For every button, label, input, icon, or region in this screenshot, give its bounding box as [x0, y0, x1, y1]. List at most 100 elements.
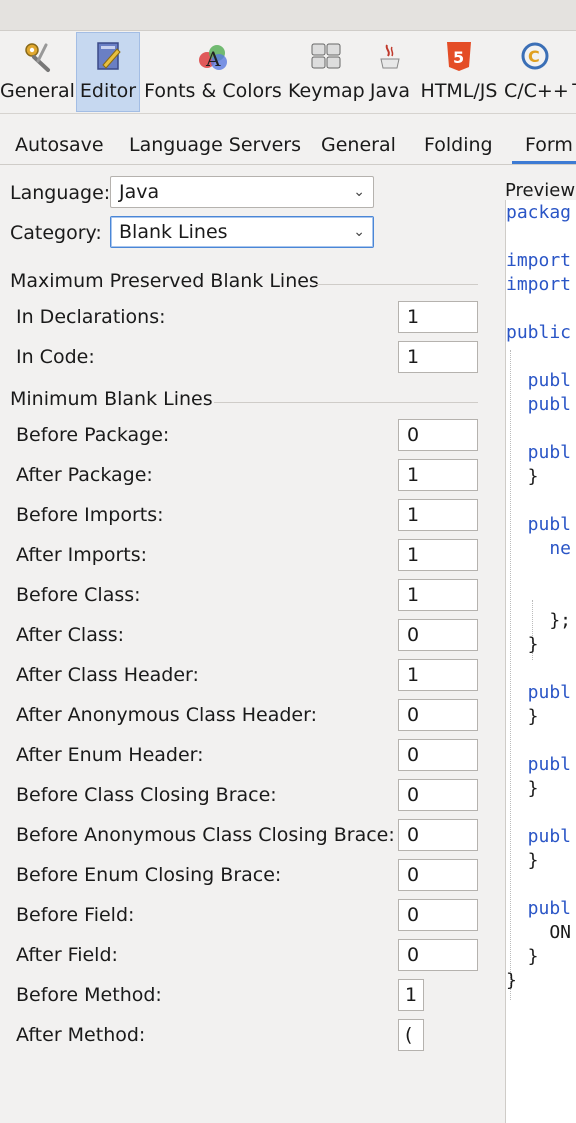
- code-line: }: [506, 850, 539, 871]
- code-line: ON: [506, 922, 572, 943]
- code-line: }: [506, 634, 539, 655]
- toolbar-label: Fonts & Colors: [144, 80, 282, 102]
- fonts-colors-icon: A: [199, 45, 227, 71]
- setting-label: Before Class:: [16, 584, 141, 606]
- tab-language-servers[interactable]: Language Servers: [129, 134, 301, 156]
- code-line: }: [506, 466, 539, 487]
- blank-lines-input[interactable]: 0: [398, 739, 478, 771]
- tab-formatting[interactable]: Form: [525, 134, 573, 156]
- code-line: publ: [506, 370, 572, 391]
- active-tab-indicator: [512, 161, 576, 164]
- cpp-icon: C: [521, 42, 549, 70]
- blank-lines-input[interactable]: 0: [398, 899, 478, 931]
- blank-lines-input[interactable]: (: [398, 1019, 424, 1051]
- blank-lines-input[interactable]: 1: [398, 539, 478, 571]
- code-line: ne: [506, 538, 572, 559]
- options-category-toolbar: General Editor A Fonts & Colors Keymap J…: [0, 31, 576, 114]
- code-line: }: [506, 778, 539, 799]
- code-line: };: [506, 610, 572, 631]
- html5-icon: 5: [447, 42, 471, 71]
- toolbar-item-cpp[interactable]: C C/C++: [504, 33, 569, 111]
- setting-label: Before Imports:: [16, 504, 164, 526]
- toolbar-item-html-js[interactable]: 5 HTML/JS: [416, 33, 502, 111]
- toolbar-item-more[interactable]: T: [568, 33, 576, 111]
- toolbar-item-fonts-colors[interactable]: A Fonts & Colors: [142, 33, 284, 111]
- section-min-blank-title: Minimum Blank Lines: [10, 388, 213, 410]
- code-line: publ: [506, 442, 572, 463]
- toolbar-label: HTML/JS: [420, 80, 498, 102]
- category-value: Blank Lines: [119, 221, 228, 243]
- code-line: }: [506, 970, 517, 991]
- section-max-preserved-title: Maximum Preserved Blank Lines: [10, 270, 319, 292]
- blank-lines-input[interactable]: 0: [398, 699, 478, 731]
- blank-lines-input[interactable]: 1: [398, 459, 478, 491]
- toolbar-label: Editor: [79, 80, 137, 102]
- toolbar-item-java[interactable]: Java: [366, 33, 414, 111]
- keymap-icon: [311, 43, 341, 69]
- code-line: publ: [506, 394, 572, 415]
- toolbar-item-keymap[interactable]: Keymap: [288, 33, 365, 111]
- setting-label: Before Enum Closing Brace:: [16, 864, 282, 886]
- svg-text:5: 5: [453, 48, 464, 67]
- svg-text:A: A: [205, 47, 221, 71]
- code-line: publ: [506, 898, 572, 919]
- blank-lines-input[interactable]: 1: [398, 301, 478, 333]
- blank-lines-input[interactable]: 1: [398, 341, 478, 373]
- editor-subtabs: Autosave Language Servers General Foldin…: [0, 128, 576, 165]
- setting-label: After Package:: [16, 464, 153, 486]
- blank-lines-input[interactable]: 0: [398, 939, 478, 971]
- code-line: }: [506, 706, 539, 727]
- gear-icon: [25, 43, 50, 72]
- language-label: Language:: [10, 182, 111, 204]
- code-line: publ: [506, 826, 572, 847]
- chevron-down-icon: ⌄: [353, 184, 365, 200]
- tab-folding[interactable]: Folding: [424, 134, 493, 156]
- language-combo[interactable]: Java ⌄: [110, 176, 374, 208]
- toolbar-label: Java: [369, 80, 411, 102]
- setting-label: After Imports:: [16, 544, 148, 566]
- editor-icon: [97, 42, 121, 70]
- toolbar-label: Keymap: [288, 80, 365, 102]
- setting-label: In Declarations:: [16, 306, 166, 328]
- blank-lines-input[interactable]: 1: [398, 979, 424, 1011]
- toolbar-item-general[interactable]: General: [0, 33, 75, 111]
- setting-label: Before Package:: [16, 424, 170, 446]
- setting-label: After Enum Header:: [16, 744, 204, 766]
- toolbar-label: T: [568, 80, 576, 102]
- tab-general[interactable]: General: [321, 134, 396, 156]
- blank-lines-input[interactable]: 0: [398, 859, 478, 891]
- category-label: Category:: [10, 222, 102, 244]
- code-line: import: [506, 250, 572, 271]
- setting-label: After Field:: [16, 944, 118, 966]
- code-line: public: [506, 322, 572, 343]
- setting-label: Before Anonymous Class Closing Brace:: [16, 824, 395, 846]
- blank-lines-input[interactable]: 0: [398, 619, 478, 651]
- setting-label: After Class:: [16, 624, 125, 646]
- svg-text:C: C: [528, 47, 540, 66]
- toolbar-label: General: [0, 80, 75, 102]
- setting-label: In Code:: [16, 346, 95, 368]
- toolbar-item-editor[interactable]: Editor: [76, 32, 140, 112]
- setting-label: After Anonymous Class Header:: [16, 704, 318, 726]
- code-line: publ: [506, 754, 572, 775]
- setting-label: After Class Header:: [16, 664, 199, 686]
- setting-label: Before Class Closing Brace:: [16, 784, 277, 806]
- setting-label: Before Method:: [16, 984, 162, 1006]
- blank-lines-input[interactable]: 0: [398, 419, 478, 451]
- tab-autosave[interactable]: Autosave: [15, 134, 104, 156]
- blank-lines-input[interactable]: 1: [398, 579, 478, 611]
- category-combo[interactable]: Blank Lines ⌄: [110, 216, 374, 248]
- preview-label: Preview: [505, 180, 576, 201]
- blank-lines-input[interactable]: 0: [398, 779, 478, 811]
- blank-lines-input[interactable]: 1: [398, 659, 478, 691]
- blank-lines-input[interactable]: 1: [398, 499, 478, 531]
- code-preview: packag import import public publ publ publ …: [505, 200, 576, 1123]
- language-value: Java: [119, 181, 160, 203]
- blank-lines-input[interactable]: 0: [398, 819, 478, 851]
- section-separator: [214, 402, 478, 403]
- formatting-settings-panel: Language: Java ⌄ Category: Blank Lines ⌄…: [0, 166, 498, 1123]
- setting-label: Before Field:: [16, 904, 135, 926]
- chevron-down-icon: ⌄: [353, 224, 365, 240]
- window-titlebar: [0, 0, 576, 31]
- code-line: packag: [506, 202, 572, 223]
